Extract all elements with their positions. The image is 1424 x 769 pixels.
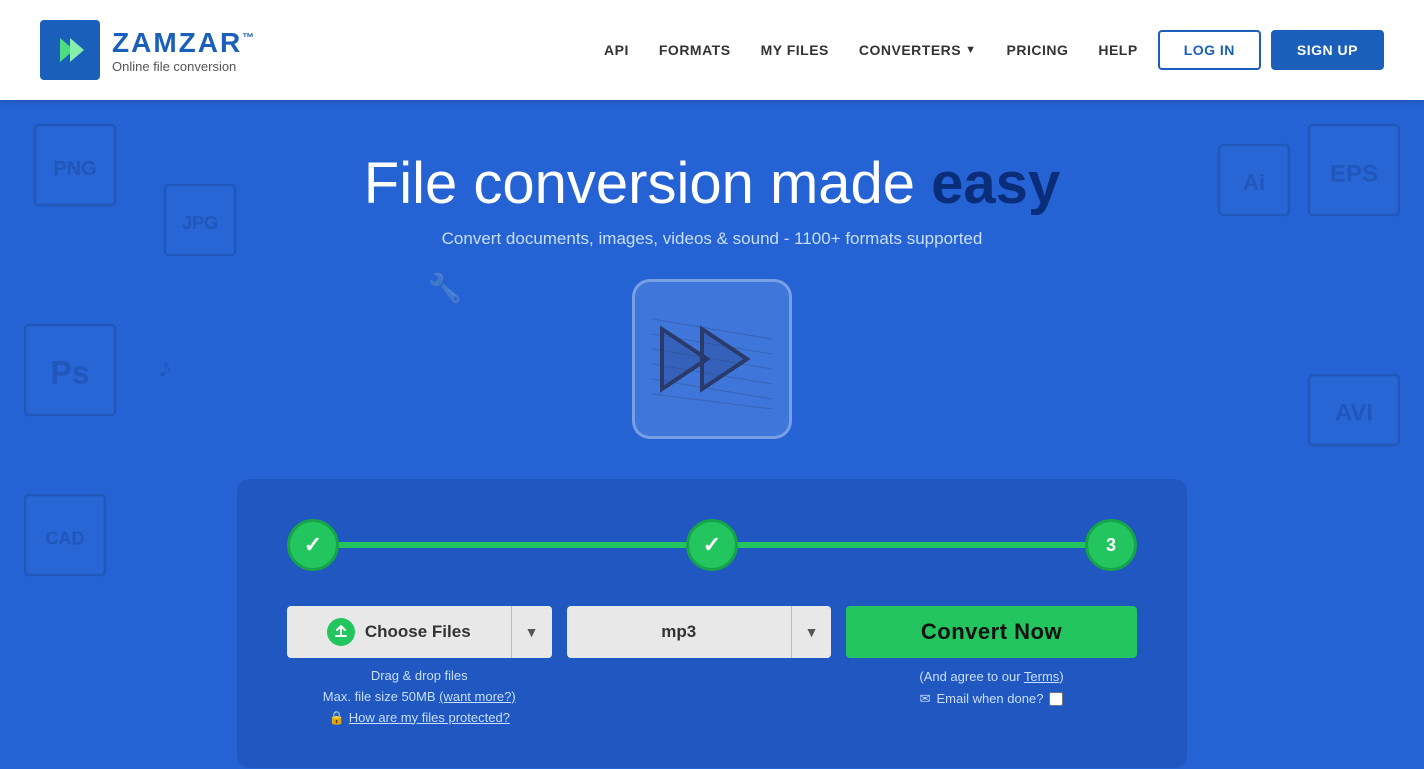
signup-button[interactable]: SIGN UP: [1271, 30, 1384, 70]
terms-link[interactable]: Terms: [1024, 669, 1059, 684]
format-select-wrapper: mp3 ▼: [567, 606, 832, 658]
brand-name: ZAMZAR™: [112, 27, 256, 59]
converter-box: ✓ ✓ 3: [237, 479, 1187, 768]
jpg-icon: JPG: [160, 180, 240, 260]
nav-formats[interactable]: FORMATS: [659, 42, 731, 58]
step-2: ✓: [686, 519, 738, 571]
svg-text:PNG: PNG: [53, 158, 96, 180]
file-hints: Drag & drop files Max. file size 50MB (w…: [323, 666, 516, 728]
nav-my-files[interactable]: MY FILES: [761, 42, 829, 58]
svg-text:JPG: JPG: [182, 213, 218, 233]
svg-text:Ai: Ai: [1243, 170, 1265, 195]
upload-icon: [327, 618, 355, 646]
format-value[interactable]: mp3: [567, 622, 792, 642]
svg-text:Ps: Ps: [50, 354, 89, 390]
step-3: 3: [1085, 519, 1137, 571]
music-icon: ♪: [145, 345, 185, 385]
controls-row: Choose Files ▼ Drag & drop files Max. fi…: [287, 606, 1137, 728]
avi-icon: AVI: [1304, 370, 1404, 450]
email-row: ✉ Email when done?: [919, 688, 1063, 710]
convert-hints: (And agree to our Terms) ✉ Email when do…: [919, 666, 1063, 710]
nav-help[interactable]: HELP: [1098, 42, 1137, 58]
brand-tagline: Online file conversion: [112, 59, 256, 74]
navbar: ZAMZAR™ Online file conversion API FORMA…: [0, 0, 1424, 100]
nav-converters[interactable]: CONVERTERS ▼: [859, 42, 977, 58]
ai-icon: Ai: [1214, 140, 1294, 220]
choose-files-button[interactable]: Choose Files ▼: [287, 606, 552, 658]
choose-files-main[interactable]: Choose Files: [287, 618, 511, 646]
logo-text-area: ZAMZAR™ Online file conversion: [112, 27, 256, 74]
svg-text:AVI: AVI: [1335, 399, 1373, 426]
logo-area: ZAMZAR™ Online file conversion: [40, 20, 256, 80]
cad-icon: CAD: [20, 490, 110, 580]
convert-now-button[interactable]: Convert Now: [846, 606, 1137, 658]
eps-icon: EPS: [1304, 120, 1404, 220]
svg-text:♪: ♪: [158, 351, 172, 382]
step-line-1: [337, 542, 688, 548]
format-select[interactable]: mp3 ▼: [567, 606, 832, 658]
nav-links: API FORMATS MY FILES CONVERTERS ▼ PRICIN…: [604, 42, 1138, 58]
hero-title: File conversion made easy: [364, 150, 1060, 217]
file-protection-link[interactable]: How are my files protected?: [349, 708, 510, 729]
step-line-2: [736, 542, 1087, 548]
choose-files-caret[interactable]: ▼: [512, 606, 552, 658]
login-button[interactable]: LOG IN: [1158, 30, 1261, 70]
wrench-icon: 🔧: [420, 260, 470, 310]
hero-subtitle: Convert documents, images, videos & soun…: [442, 229, 983, 249]
format-caret[interactable]: ▼: [791, 606, 831, 658]
png-icon: PNG: [30, 120, 120, 210]
step-1: ✓: [287, 519, 339, 571]
email-checkbox[interactable]: [1049, 692, 1063, 706]
svg-text:EPS: EPS: [1330, 160, 1378, 187]
logo-icon: [40, 20, 100, 80]
want-more-link[interactable]: (want more?): [439, 689, 516, 704]
progress-steps: ✓ ✓ 3: [287, 519, 1137, 571]
nav-api[interactable]: API: [604, 42, 629, 58]
convert-now-wrapper: Convert Now (And agree to our Terms) ✉ E…: [846, 606, 1137, 710]
nav-pricing[interactable]: PRICING: [1007, 42, 1069, 58]
choose-files-wrapper: Choose Files ▼ Drag & drop files Max. fi…: [287, 606, 552, 728]
nav-buttons: LOG IN SIGN UP: [1158, 30, 1384, 70]
hero-section: PNG JPG Ps CAD EPS AVI Ai: [0, 100, 1424, 769]
svg-text:CAD: CAD: [46, 528, 85, 548]
ps-icon: Ps: [20, 320, 120, 420]
center-logo-icon: [632, 279, 792, 439]
svg-text:🔧: 🔧: [428, 270, 463, 304]
